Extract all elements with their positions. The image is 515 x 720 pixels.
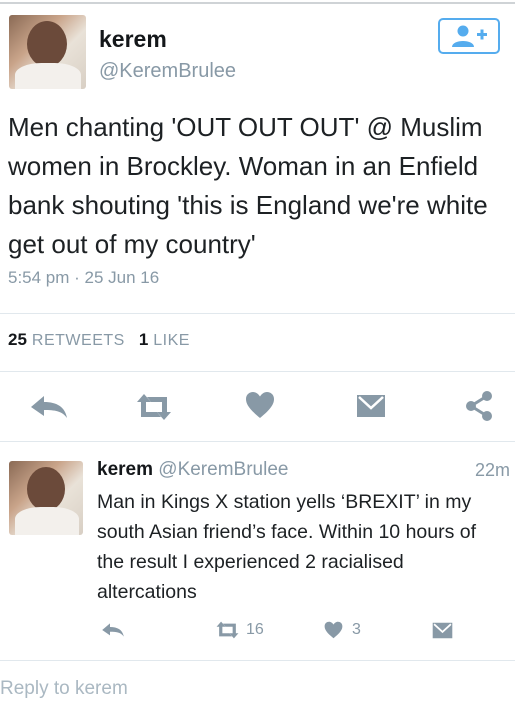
reply-input[interactable]: Reply to kerem	[0, 678, 128, 700]
heart-icon[interactable]	[245, 391, 275, 419]
reply-icon[interactable]	[101, 622, 125, 638]
avatar[interactable]	[9, 15, 86, 89]
divider	[0, 313, 515, 314]
reply-time[interactable]: 22m	[475, 460, 510, 481]
share-icon[interactable]	[464, 390, 494, 422]
reply-avatar[interactable]	[9, 461, 83, 535]
tweet-stats: 25 RETWEETS 1 LIKE	[8, 330, 204, 350]
author-handle[interactable]: @KeremBrulee	[99, 60, 236, 83]
divider	[0, 441, 515, 442]
direct-message-icon[interactable]	[356, 394, 386, 418]
direct-message-icon[interactable]	[432, 622, 453, 639]
reply-author-handle[interactable]: @KeremBrulee	[158, 459, 288, 480]
follow-button[interactable]	[438, 18, 500, 54]
reply-author[interactable]: kerem @KeremBrulee	[97, 459, 288, 481]
author-name[interactable]: kerem	[99, 26, 167, 53]
divider	[0, 371, 515, 372]
retweet-icon[interactable]	[133, 392, 175, 422]
reply-like-count: 3	[352, 621, 361, 638]
add-user-icon	[452, 25, 487, 47]
like-count[interactable]: 1	[139, 330, 148, 350]
reply-text: Man in Kings X station yells ‘BREXIT’ in…	[97, 491, 477, 603]
divider	[0, 660, 515, 661]
tweet-timestamp[interactable]: 5:54 pm · 25 Jun 16	[8, 268, 159, 288]
tweet-text: Men chanting 'OUT OUT OUT' @ Muslim wome…	[8, 112, 488, 259]
retweet-label[interactable]: RETWEETS	[32, 332, 125, 350]
retweet-count[interactable]: 25	[8, 330, 27, 350]
top-divider	[0, 2, 515, 4]
heart-icon[interactable]	[324, 621, 343, 639]
reply-icon[interactable]	[29, 394, 69, 420]
like-label[interactable]: LIKE	[153, 332, 190, 350]
reply-retweet-count: 16	[246, 621, 264, 638]
retweet-icon[interactable]	[214, 620, 241, 640]
reply-author-name[interactable]: kerem	[97, 459, 153, 480]
